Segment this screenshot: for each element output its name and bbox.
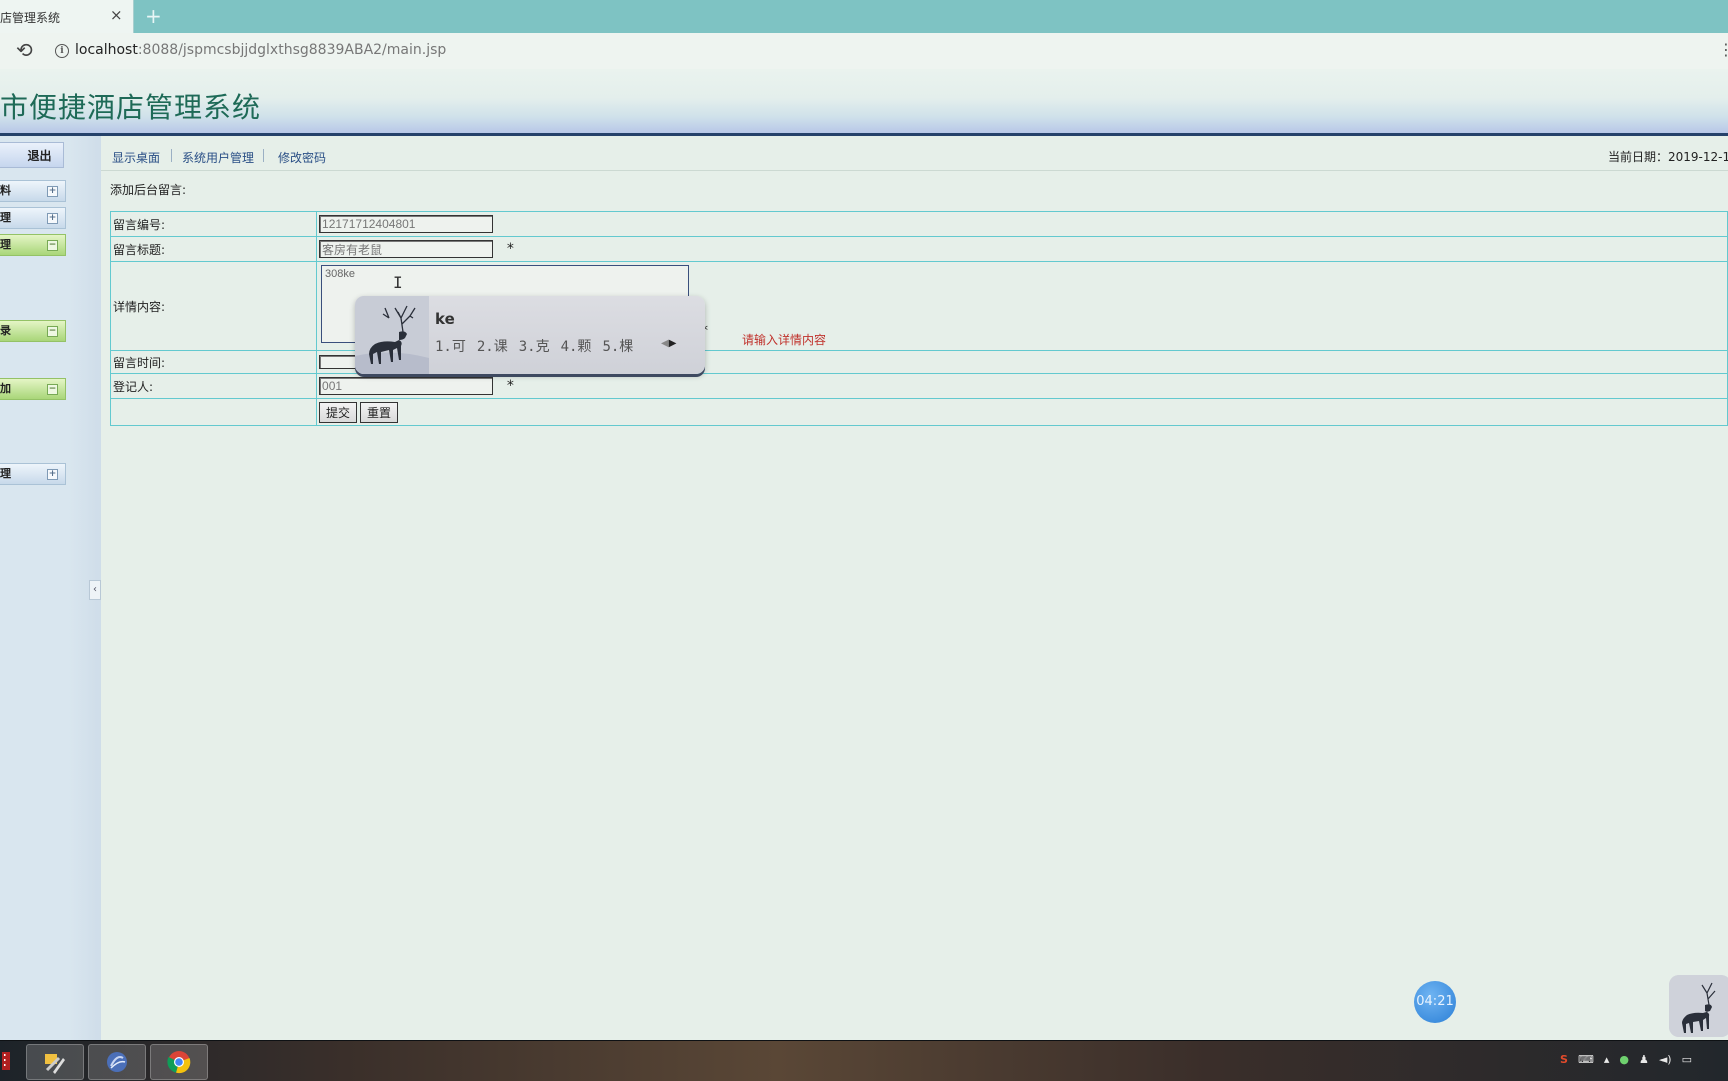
- ime-pinyin: ke: [435, 310, 455, 328]
- system-title: 市便捷酒店管理系统: [0, 91, 262, 124]
- recording-timer[interactable]: 04:21: [1414, 981, 1456, 1023]
- taskbar-app-media[interactable]: [0, 1044, 26, 1078]
- taskbar: S ⌨ ▴ ● ♟ ◄) ▭: [0, 1040, 1728, 1081]
- expand-icon[interactable]: +: [47, 186, 58, 197]
- sidebar-menu-label: 录: [0, 324, 11, 337]
- sidebar-menu-3[interactable]: 理 −: [0, 234, 66, 256]
- collapse-icon[interactable]: −: [47, 240, 58, 251]
- eclipse-icon: [107, 1052, 127, 1072]
- tools-icon: [45, 1054, 65, 1074]
- form-row-title: 留言标题: *: [109, 236, 1728, 262]
- info-icon[interactable]: i: [55, 44, 69, 58]
- sidebar-menu-label: 料: [0, 184, 11, 197]
- collapse-icon[interactable]: −: [47, 326, 58, 337]
- form-row-actions: 提交 重置: [109, 398, 1728, 426]
- sidebar-menu-1[interactable]: 料 +: [0, 180, 66, 202]
- sidebar-menu-label: 加: [0, 382, 11, 395]
- ime-candidate[interactable]: 1.可: [435, 339, 466, 355]
- ime-candidates: 1.可 2.课 3.克 4.颗 5.棵: [435, 336, 644, 356]
- text-cursor-icon: I: [393, 273, 403, 292]
- message-form: 留言编号: 留言标题: * 详情内容: 308ke * 请输入详情内容: [109, 211, 1728, 426]
- current-date: 当前日期：2019-12-1: [1608, 150, 1728, 164]
- field-label: 留言标题:: [109, 236, 318, 262]
- sidebar: 退出 料 + 理 + 理 − 录 − 加 − 理 +: [0, 136, 102, 1040]
- volume-icon[interactable]: ◄): [1659, 1053, 1672, 1066]
- chrome-icon: [167, 1051, 191, 1074]
- taskbar-app-chrome[interactable]: [150, 1044, 208, 1080]
- address-bar: ⟲ i localhost:8088/jspmcsbjjdglxthsg8839…: [0, 33, 1728, 70]
- reload-icon[interactable]: ⟲: [16, 38, 33, 62]
- taskbar-app-eclipse[interactable]: [88, 1044, 146, 1080]
- new-tab-icon[interactable]: +: [145, 4, 162, 28]
- network-icon[interactable]: ▭: [1682, 1053, 1692, 1066]
- ime-candidate[interactable]: 3.克: [519, 339, 550, 355]
- sidebar-menu-6[interactable]: 理 +: [0, 463, 66, 485]
- page-header: 市便捷酒店管理系统: [0, 69, 1728, 133]
- show-hidden-icons-icon[interactable]: ▴: [1604, 1053, 1610, 1066]
- browser-tabstrip: 店管理系统 × +: [0, 0, 1728, 33]
- collapse-icon[interactable]: −: [47, 384, 58, 395]
- url-host: localhost: [75, 42, 138, 58]
- message-title-input[interactable]: [319, 240, 494, 258]
- submit-button[interactable]: 提交: [319, 401, 358, 423]
- content-error-message: 请输入详情内容: [742, 332, 827, 347]
- nav-separator: [263, 149, 264, 162]
- ime-candidate[interactable]: 5.棵: [602, 339, 633, 355]
- form-row-time: 留言时间:: [109, 350, 1728, 374]
- sidebar-collapse-icon[interactable]: ‹: [89, 580, 101, 600]
- top-nav: 显示桌面 系统用户管理 修改密码 当前日期：2019-12-1: [101, 136, 1728, 171]
- url-path: :8088/jspmcsbjjdglxthsg8839ABA2/main.jsp: [137, 42, 447, 58]
- system-tray: S ⌨ ▴ ● ♟ ◄) ▭: [1560, 1053, 1702, 1066]
- field-label: 详情内容:: [109, 261, 318, 351]
- ime-page-arrows-icon[interactable]: ◀▶: [661, 338, 676, 349]
- url-field[interactable]: localhost:8088/jspmcsbjjdglxthsg8839ABA2…: [75, 42, 446, 58]
- ime-candidate[interactable]: 2.课: [477, 339, 508, 355]
- sogou-ime-icon[interactable]: S: [1560, 1053, 1568, 1066]
- reset-button[interactable]: 重置: [360, 401, 399, 423]
- registrant-input[interactable]: [319, 377, 494, 395]
- sidebar-menu-5[interactable]: 加 −: [0, 378, 66, 400]
- user-icon[interactable]: ♟: [1639, 1053, 1649, 1066]
- sidebar-menu-2[interactable]: 理 +: [0, 207, 66, 229]
- ime-candidate[interactable]: 4.颗: [561, 339, 592, 355]
- deer-icon: [355, 296, 429, 374]
- tab-title: 店管理系统: [0, 11, 61, 25]
- film-icon: [2, 1052, 10, 1070]
- deer-icon: [1669, 975, 1728, 1037]
- main-content: 显示桌面 系统用户管理 修改密码 当前日期：2019-12-1 添加后台留言: …: [101, 136, 1728, 1040]
- field-label: 登记人:: [109, 373, 318, 399]
- form-title: 添加后台留言:: [110, 183, 187, 197]
- nav-change-password[interactable]: 修改密码: [278, 149, 326, 166]
- logout-button[interactable]: 退出: [0, 142, 64, 168]
- keyboard-icon[interactable]: ⌨: [1578, 1053, 1594, 1066]
- message-id-input[interactable]: [319, 215, 494, 233]
- ime-candidate-popup: ke 1.可 2.课 3.克 4.颗 5.棵 ◀▶: [355, 296, 705, 374]
- taskbar-app-tools[interactable]: [26, 1044, 84, 1080]
- form-row-content: 详情内容: 308ke * 请输入详情内容: [109, 261, 1728, 351]
- browser-menu-icon[interactable]: ⋮: [1718, 40, 1728, 59]
- required-mark: *: [506, 378, 514, 394]
- nav-user-management[interactable]: 系统用户管理: [182, 149, 254, 166]
- browser-tab[interactable]: 店管理系统 ×: [0, 0, 134, 33]
- wechat-icon[interactable]: ●: [1619, 1053, 1629, 1066]
- sidebar-menu-label: 理: [0, 467, 11, 480]
- field-label: 留言编号:: [109, 211, 318, 237]
- form-row-id: 留言编号:: [109, 211, 1728, 237]
- sidebar-menu-4[interactable]: 录 −: [0, 320, 66, 342]
- close-tab-icon[interactable]: ×: [110, 6, 123, 24]
- form-row-user: 登记人: *: [109, 373, 1728, 399]
- sidebar-menu-label: 理: [0, 238, 11, 251]
- sidebar-menu-label: 理: [0, 211, 11, 224]
- expand-icon[interactable]: +: [47, 213, 58, 224]
- ime-status-icon[interactable]: [1669, 975, 1728, 1037]
- expand-icon[interactable]: +: [47, 469, 58, 480]
- nav-show-desktop[interactable]: 显示桌面: [112, 149, 160, 166]
- required-mark: *: [506, 241, 514, 257]
- nav-separator: [171, 149, 172, 162]
- field-label: 留言时间:: [109, 350, 318, 374]
